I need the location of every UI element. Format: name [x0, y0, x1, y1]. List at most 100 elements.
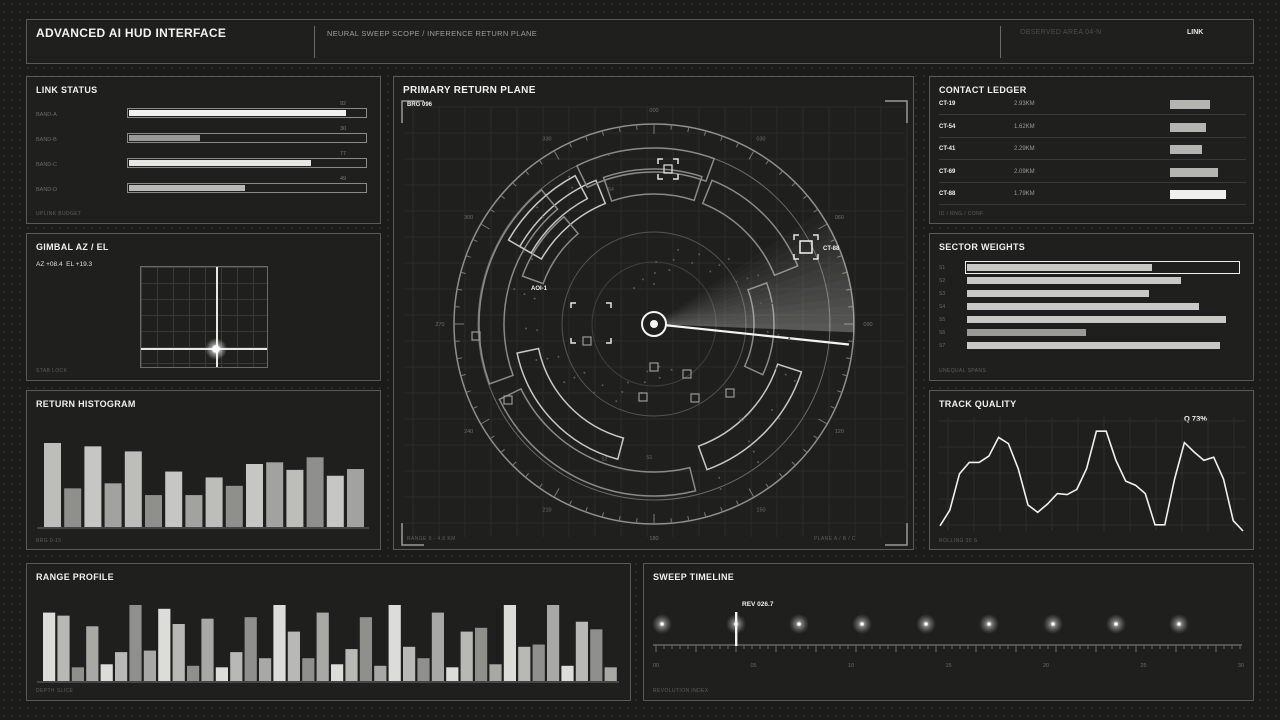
range-profile-panel: RANGE PROFILE DEPTH SLICE [26, 563, 631, 701]
bearing-tick [456, 357, 463, 360]
panel-footer: ID / RNG / CONF [939, 211, 984, 217]
bearing-tick [791, 461, 796, 466]
range-bar [460, 631, 473, 681]
contact-id[interactable]: CT-19 [939, 101, 955, 107]
timeline-tick-label: 25 [1140, 663, 1146, 669]
histogram-bar [44, 443, 61, 527]
gimbal-view[interactable] [140, 266, 268, 368]
return-dot [653, 283, 655, 285]
panel-title: GIMBAL AZ / EL [36, 242, 109, 252]
return-dot [735, 280, 738, 283]
confidence-bar [1170, 167, 1218, 177]
return-dot [777, 333, 780, 336]
panel-footer: UPLINK BUDGET [36, 211, 82, 217]
range-bar [71, 667, 84, 681]
band-meter[interactable] [127, 158, 367, 168]
confidence-bar [1170, 190, 1226, 199]
sweep-timeline[interactable]: 00 05 10 15 20 25 30 [644, 564, 1254, 701]
link-button[interactable]: LINK [1187, 29, 1203, 36]
sector-bar[interactable] [967, 277, 1181, 284]
sector-bar[interactable] [967, 303, 1199, 310]
range-bar [575, 621, 588, 681]
return-dot [633, 287, 636, 290]
return-dot [646, 370, 649, 373]
histogram-bar [145, 495, 162, 527]
bearing-label: 300 [464, 215, 473, 221]
sweep-event-dot [1051, 622, 1055, 626]
sweep-timeline-panel: SWEEP TIMELINE 00 05 10 15 20 25 30 REV 026.7 … [643, 563, 1254, 701]
bearing-tick [480, 223, 490, 230]
range-bar [287, 631, 300, 681]
contact-id[interactable]: CT-54 [939, 124, 955, 130]
bearing-tick [465, 390, 471, 393]
return-dot [775, 367, 778, 370]
range-bar [273, 605, 286, 681]
range-bar [345, 649, 358, 681]
bearing-tick [720, 507, 723, 513]
bearing-tick [525, 170, 530, 175]
bearing-tick [585, 507, 588, 513]
return-dot [563, 381, 566, 384]
bearing-tick [830, 405, 836, 409]
bearing-label: 240 [464, 429, 473, 435]
band-meter[interactable] [127, 133, 367, 143]
bearing-tick [837, 390, 843, 393]
return-dot [719, 488, 722, 491]
histogram-bar [286, 469, 304, 527]
return-dot [568, 175, 570, 178]
bearing-label: 060 [835, 215, 844, 221]
return-dot [653, 272, 656, 275]
track-quality-panel: TRACK QUALITY Q 73% ROLLING 30 S [929, 390, 1254, 550]
band-meter[interactable] [127, 108, 367, 118]
band-meter[interactable] [127, 183, 367, 193]
sector-bar[interactable] [967, 264, 1152, 271]
return-dot [757, 274, 760, 277]
histogram-bar [165, 471, 183, 527]
band-meter-fill [129, 160, 311, 166]
contact-id[interactable]: CT-41 [939, 146, 955, 152]
bearing-label: 150 [756, 507, 765, 513]
return-histogram-panel: RETURN HISTOGRAM BRG 0-15 [26, 390, 381, 550]
range-bar [446, 667, 459, 681]
panel-footer: ROLLING 30 S [939, 538, 978, 544]
range-bar [143, 650, 156, 681]
return-dot [535, 358, 538, 361]
histogram-bar [84, 446, 102, 527]
return-dot [601, 384, 604, 387]
bearing-tick [512, 182, 517, 187]
bearing-tick [687, 515, 690, 522]
sector-bar[interactable] [967, 342, 1220, 349]
return-dot [778, 417, 781, 420]
histogram-bar [124, 451, 142, 527]
gimbal-glow-icon [205, 338, 227, 360]
return-dot [607, 153, 610, 156]
contact-marker-icon [690, 393, 700, 403]
row-divider [939, 204, 1246, 205]
range-bar [172, 624, 185, 681]
sector-arc [507, 174, 589, 255]
range-bar [417, 658, 430, 681]
sector-bar[interactable] [967, 329, 1086, 336]
band-label: BAND-B [36, 137, 57, 143]
contact-id[interactable]: CT-88 [939, 191, 955, 197]
bearing-label: 030 [756, 137, 765, 143]
bearing-label: 180 [649, 536, 658, 542]
plane-footer: PLANE A / B / C [814, 536, 856, 542]
bearing-tick [601, 512, 605, 518]
range-bar [259, 658, 272, 681]
range-bar [201, 618, 214, 681]
timeline-tick-label: 00 [653, 663, 659, 669]
range-bar [230, 652, 243, 681]
sweep-event-dot [924, 622, 928, 626]
contact-id[interactable]: CT-69 [939, 169, 955, 175]
radar-scope[interactable]: 000 030 060 090 120 150 180 210 240 270 300 330 S4 S2… [394, 77, 914, 550]
sector-arc [697, 363, 803, 471]
sector-bar[interactable] [967, 316, 1226, 323]
frame-corner-icon [885, 100, 908, 123]
gimbal-readout: AZ +08.4 EL +19.3 [36, 261, 93, 268]
range-bar [43, 612, 56, 681]
row-divider [939, 159, 1246, 160]
range-bar [187, 665, 200, 681]
sector-bar[interactable] [967, 290, 1149, 297]
frame-corner-icon [885, 523, 908, 546]
